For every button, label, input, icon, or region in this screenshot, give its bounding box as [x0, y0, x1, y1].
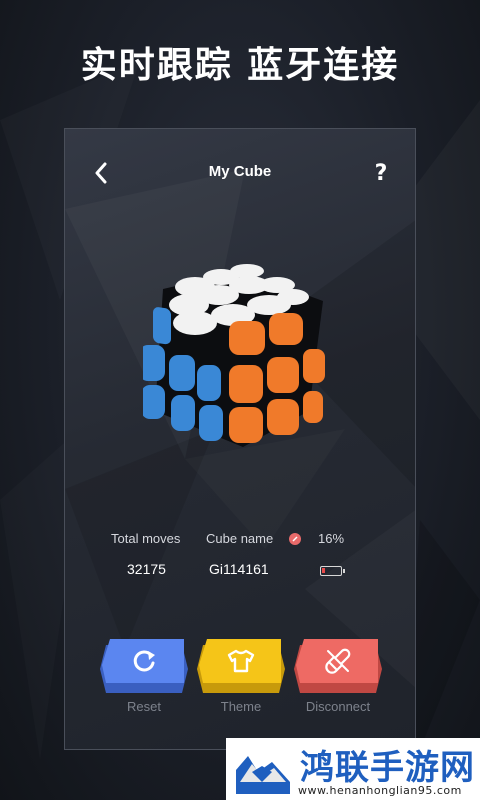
watermark-text: 鸿联手游网 [300, 748, 475, 788]
watermark-url: www.henanhonglian95.com [298, 784, 462, 797]
top-bar: My Cube ? [65, 153, 415, 193]
page-title: My Cube [208, 163, 272, 180]
headline: 实时跟踪 蓝牙连接 [80, 45, 400, 86]
watermark-banner: 鸿联手游网 www.henanhonglian95.com [226, 738, 480, 800]
link-icon[interactable] [289, 533, 301, 545]
theme-button-shape [197, 639, 285, 693]
disconnect-button[interactable]: Disconnect [294, 639, 382, 714]
question-icon: ? [374, 160, 388, 186]
battery-percent: 16% [318, 531, 345, 546]
total-moves-value: 32175 [127, 561, 166, 577]
theme-label: Theme [220, 699, 262, 714]
phone-screen: My Cube ? Total moves Cube name 16% 3217… [64, 128, 416, 750]
rubiks-cube-illustration [139, 264, 325, 447]
battery-level [322, 568, 325, 573]
reset-button[interactable]: Reset [100, 639, 188, 714]
cube-image [139, 261, 343, 451]
help-button[interactable]: ? [367, 157, 395, 189]
reset-button-shape [100, 639, 188, 693]
action-buttons: Reset Theme Disconnect [65, 639, 415, 719]
reset-label: Reset [127, 699, 161, 714]
cube-name-label: Cube name [206, 531, 274, 546]
theme-button[interactable]: Theme [197, 639, 285, 714]
cube-name-value: Gi114161 [209, 561, 269, 577]
battery-icon [320, 566, 345, 576]
watermark-logo [236, 756, 290, 794]
total-moves-label: Total moves [111, 531, 181, 546]
disconnect-button-shape [294, 639, 382, 693]
disconnect-label: Disconnect [305, 699, 371, 714]
